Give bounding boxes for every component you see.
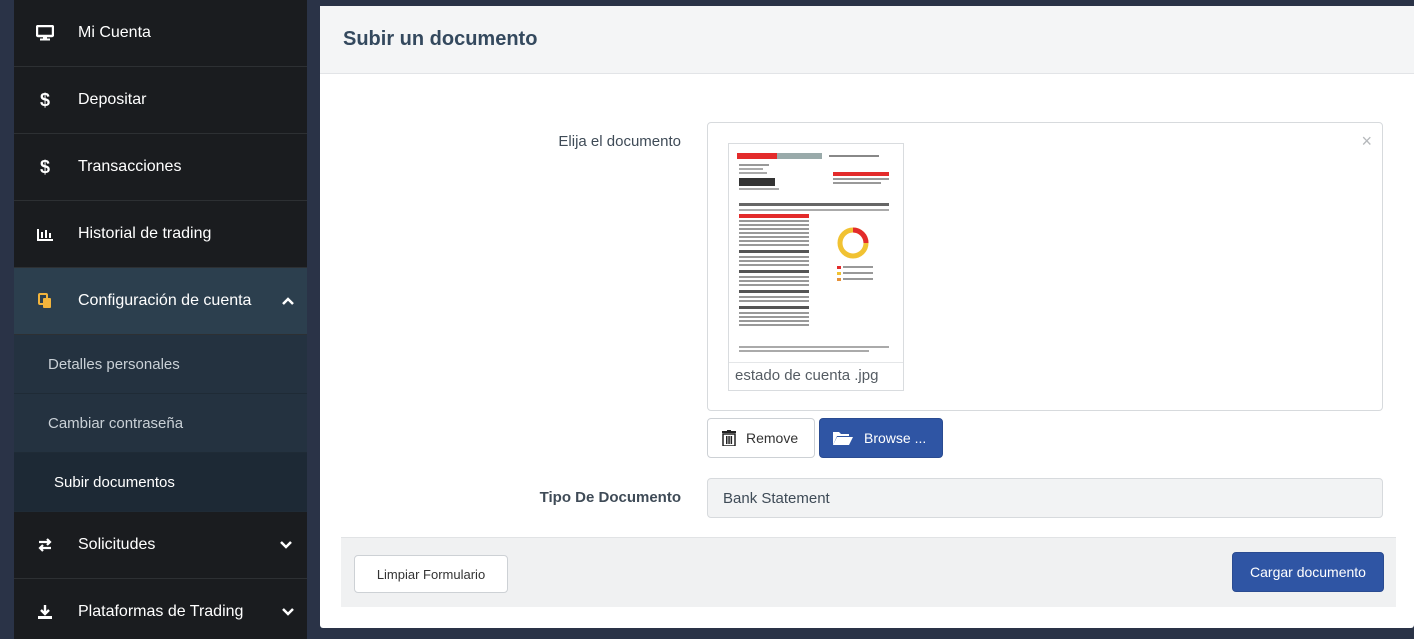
file-name: estado de cuenta .jpg <box>729 362 903 390</box>
chevron-down-icon <box>281 608 295 616</box>
remove-button[interactable]: Remove <box>707 418 815 458</box>
sidebar-item-configuracion[interactable]: Configuración de cuenta <box>14 268 307 335</box>
sidebar-item-solicitudes[interactable]: Solicitudes <box>14 512 307 579</box>
folder-open-icon <box>832 430 854 446</box>
copy-icon <box>36 292 54 310</box>
document-preview-image <box>733 148 899 360</box>
browse-label: Browse ... <box>864 430 927 446</box>
download-icon <box>36 603 54 621</box>
sidebar-item-transacciones[interactable]: $ Transacciones <box>14 134 307 201</box>
sidebar-item-label: Transacciones <box>78 158 182 175</box>
bar-chart-icon <box>36 225 54 243</box>
panel-header: Subir un documento <box>320 6 1414 74</box>
sidebar-subitem-detalles[interactable]: Detalles personales <box>14 335 307 394</box>
sidebar-subitem-contrasena[interactable]: Cambiar contraseña <box>14 394 307 453</box>
chevron-up-icon <box>281 297 295 305</box>
sidebar-item-label: Solicitudes <box>78 536 156 553</box>
close-icon[interactable]: × <box>1361 131 1372 152</box>
browse-button[interactable]: Browse ... <box>819 418 943 458</box>
document-type-label: Tipo De Documento <box>539 489 681 506</box>
dollar-icon: $ <box>39 156 50 177</box>
sidebar-item-plataformas[interactable]: Plataformas de Trading <box>14 579 307 639</box>
sidebar-item-mi-cuenta[interactable]: Mi Cuenta <box>14 0 307 67</box>
sidebar-subitem-label: Subir documentos <box>54 473 175 491</box>
form-footer: Limpiar Formulario Cargar documento <box>341 537 1396 607</box>
sidebar-item-label: Configuración de cuenta <box>78 292 252 309</box>
sidebar-subitem-label: Detalles personales <box>48 355 180 373</box>
document-label: Elija el documento <box>558 133 681 150</box>
upload-panel: Subir un documento Elija el documento × <box>320 6 1414 628</box>
exchange-icon <box>36 536 54 554</box>
remove-label: Remove <box>746 430 799 446</box>
sidebar-item-label: Depositar <box>78 91 147 108</box>
clear-form-button[interactable]: Limpiar Formulario <box>354 555 508 593</box>
dollar-icon: $ <box>39 89 50 110</box>
sidebar-item-historial[interactable]: Historial de trading <box>14 201 307 268</box>
sidebar-item-label: Mi Cuenta <box>78 24 151 41</box>
document-type-value: Bank Statement <box>723 489 830 507</box>
page-title: Subir un documento <box>343 28 538 50</box>
sidebar-item-depositar[interactable]: $ Depositar <box>14 67 307 134</box>
sidebar-item-label: Plataformas de Trading <box>78 603 244 620</box>
sidebar-subitem-label: Cambiar contraseña <box>48 414 184 432</box>
monitor-icon <box>36 24 54 42</box>
upload-document-button[interactable]: Cargar documento <box>1232 552 1384 592</box>
file-preview-box: × estado de cuenta .jpg <box>707 122 1383 411</box>
trash-icon <box>722 430 736 446</box>
file-thumbnail[interactable]: estado de cuenta .jpg <box>728 143 904 391</box>
sidebar-subitem-subir-documentos[interactable]: Subir documentos <box>14 453 307 512</box>
sidebar-submenu: Detalles personales Cambiar contraseña S… <box>14 335 307 512</box>
sidebar: Mi Cuenta $ Depositar $ Transacciones Hi… <box>14 0 307 639</box>
sidebar-item-label: Historial de trading <box>78 225 212 242</box>
chevron-down-icon <box>279 541 293 549</box>
document-type-select[interactable]: Bank Statement <box>707 478 1383 518</box>
